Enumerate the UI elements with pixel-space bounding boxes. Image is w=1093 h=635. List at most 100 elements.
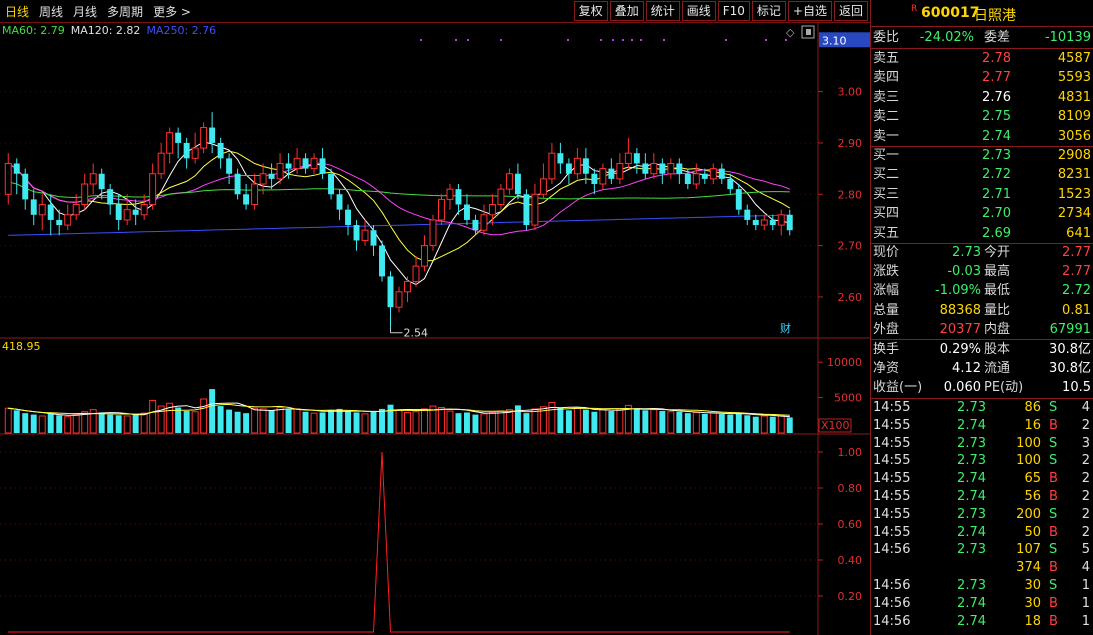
volume-bar-down: [30, 414, 37, 433]
fund-label: 流通: [984, 361, 1011, 376]
volume-bar-down: [47, 413, 54, 433]
volume-bar-up: [692, 411, 700, 434]
fund-row-2: 收益(一) 0.060 PE(动) 10.5: [871, 378, 1093, 397]
volume-bar-down: [209, 389, 216, 433]
candle-body-down: [718, 168, 725, 179]
candle-body-up: [81, 183, 89, 206]
volume-bar-down: [183, 411, 190, 433]
ask-label: 卖五: [873, 51, 900, 66]
ask-row-0[interactable]: 卖五 2.78 4587: [871, 49, 1093, 68]
period-tab-3[interactable]: 多周期: [102, 3, 148, 20]
kline-chart[interactable]: 3.00 2.90 2.80 2.70 2.60 3.10 ◇ 财 418.95 10000 500…: [0, 22, 870, 635]
candle-body-down: [514, 173, 521, 195]
event-marker: [640, 39, 642, 41]
candle-body-up: [412, 265, 420, 283]
indicator-tick-label: 0.80: [838, 482, 863, 495]
tool-button-0[interactable]: 复权: [573, 1, 608, 21]
candle-body-down: [115, 204, 122, 220]
ask-row-4[interactable]: 卖一 2.74 3056: [871, 127, 1093, 146]
candle-body-down: [353, 225, 360, 241]
volume-bar-down: [107, 414, 114, 433]
period-tab-0[interactable]: 日线: [0, 3, 34, 20]
bid-volume: 2734: [1057, 206, 1091, 222]
period-tab-2[interactable]: 月线: [68, 3, 102, 20]
bid-row-2[interactable]: 买三 2.71 1523: [871, 185, 1093, 204]
event-marker: [622, 39, 624, 41]
volume-bar-up: [667, 411, 675, 434]
indicator-series: [8, 451, 790, 633]
tool-button-2[interactable]: 统计: [645, 1, 680, 21]
candles: [4, 112, 793, 328]
volume-bar-down: [175, 407, 182, 433]
bid-row-3[interactable]: 买四 2.70 2734: [871, 204, 1093, 223]
candle-body-down: [107, 189, 114, 205]
ask-volume: 4587: [1057, 51, 1091, 66]
candle-body-up: [488, 204, 496, 216]
volume-bar-up: [361, 413, 369, 434]
candle-body-down: [701, 173, 708, 179]
candle-body-up: [251, 183, 259, 206]
tool-button-6[interactable]: +自选: [787, 1, 832, 21]
bid-price: 2.73: [982, 148, 1011, 163]
candle-body-up: [293, 157, 301, 170]
tick-volume: 30: [1024, 595, 1041, 611]
tool-button-1[interactable]: 叠加: [609, 1, 644, 21]
candle-body-up: [310, 157, 318, 170]
quote-value: 67991: [1049, 321, 1091, 337]
commission-ratio-value: -24.02%: [919, 30, 974, 45]
bid-row-1[interactable]: 买二 2.72 8231: [871, 165, 1093, 184]
period-tab-4[interactable]: 更多 >: [148, 3, 196, 20]
ask-label: 卖四: [873, 70, 900, 86]
ask-row-2[interactable]: 卖三 2.76 4831: [871, 88, 1093, 107]
candle-body-up: [616, 162, 624, 180]
fund-value: 0.29%: [939, 342, 981, 357]
quote-row-1: 涨跌 -0.03 最高 2.77: [871, 262, 1093, 281]
bid-label: 买五: [873, 225, 900, 241]
tool-button-4[interactable]: F10: [717, 1, 750, 21]
stock-title[interactable]: R 600017 日照港: [871, 0, 1093, 27]
tool-button-5[interactable]: 标记: [751, 1, 786, 21]
tick-volume: 107: [1016, 542, 1041, 558]
quote-value: 2.77: [1062, 264, 1091, 280]
bid-row-0[interactable]: 买一 2.73 2908: [871, 146, 1093, 165]
event-marker: [420, 39, 422, 41]
candle-body-down: [30, 199, 37, 215]
candle-body-down: [132, 209, 139, 215]
ask-volume: 5593: [1057, 70, 1091, 86]
volume-bar-up: [412, 411, 420, 434]
candle-body-up: [166, 132, 174, 154]
tick-volume: 56: [1024, 489, 1041, 504]
volume-bar-down: [523, 413, 530, 433]
tool-button-3[interactable]: 画线: [681, 1, 716, 21]
tick-volume: 65: [1024, 471, 1041, 487]
volume-bar-up: [191, 411, 199, 434]
tick-time: 14:55: [873, 417, 911, 433]
volume-bar-down: [582, 409, 589, 433]
period-tab-1[interactable]: 周线: [34, 3, 68, 20]
event-marker: [631, 39, 633, 41]
ask-row-3[interactable]: 卖二 2.75 8109: [871, 107, 1093, 126]
indicator-tick-label: 0.40: [838, 554, 863, 567]
chart-axes: 3.00 2.90 2.80 2.70 2.60 3.10 ◇ 财 418.95 10000 500…: [2, 25, 870, 603]
ask-label: 卖二: [873, 109, 900, 125]
candle-body-up: [404, 281, 411, 293]
tick-direction: S: [1049, 578, 1058, 593]
tick-direction: B: [1049, 489, 1058, 504]
tick-price: 2.74: [957, 524, 986, 540]
tick-row: 374 B 4: [871, 559, 1093, 577]
tool-button-7[interactable]: 返回: [833, 1, 868, 21]
quote-label: 今开: [984, 245, 1011, 260]
bid-row-4[interactable]: 买五 2.69 641: [871, 224, 1093, 243]
fund-row-1: 净资 4.12 流通 30.8亿: [871, 359, 1093, 378]
tick-price: 2.74: [957, 417, 986, 433]
volume-bar-up: [140, 412, 148, 434]
quote-value: 20377: [939, 321, 981, 337]
volume-bar-down: [786, 417, 793, 433]
candle-body-up: [760, 219, 768, 226]
tick-volume: 18: [1024, 613, 1041, 629]
candle-body-up: [650, 162, 658, 175]
volume-bar-down: [353, 412, 360, 433]
candle-body-down: [285, 163, 292, 169]
fin-marker: 财: [780, 321, 791, 335]
ask-row-1[interactable]: 卖四 2.77 5593: [871, 68, 1093, 87]
